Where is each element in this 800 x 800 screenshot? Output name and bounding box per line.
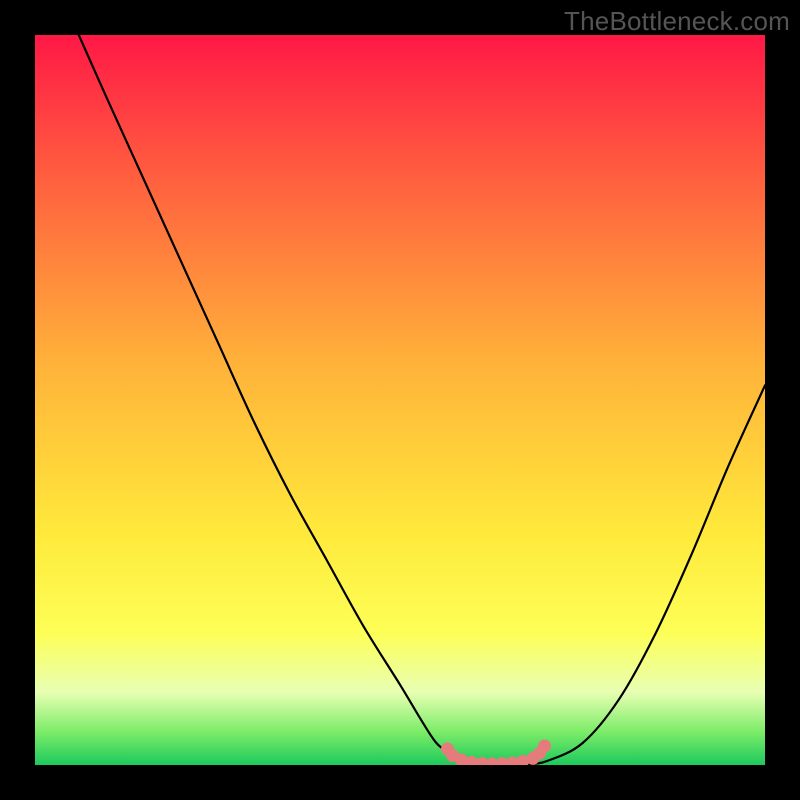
watermark-text: TheBottleneck.com bbox=[564, 6, 790, 37]
chart-frame: TheBottleneck.com bbox=[0, 0, 800, 800]
gradient-background bbox=[35, 35, 765, 765]
chart-svg bbox=[35, 35, 765, 765]
optimal-marker bbox=[538, 740, 551, 753]
plot-area bbox=[35, 35, 765, 765]
